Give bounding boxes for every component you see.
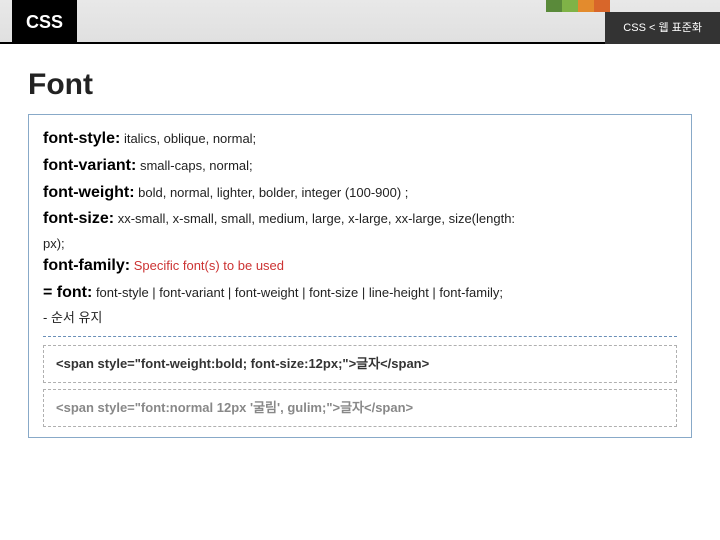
prop-value: xx-small, x-small, small, medium, large,… xyxy=(114,211,515,226)
prop-value: bold, normal, lighter, bolder, integer (… xyxy=(135,185,409,200)
slide-header: CSS CSS < 웹 표준화 xyxy=(0,0,720,44)
divider xyxy=(43,336,677,337)
prop-font-family: font-family: Specific font(s) to be used xyxy=(43,254,677,279)
color-accent-tab xyxy=(546,0,610,12)
content-panel: font-style: italics, oblique, normal; fo… xyxy=(28,114,692,438)
prop-value: italics, oblique, normal; xyxy=(120,131,256,146)
breadcrumb: CSS < 웹 표준화 xyxy=(605,12,720,44)
prop-font-shorthand: = font: font-style | font-variant | font… xyxy=(43,281,677,306)
prop-font-weight: font-weight: bold, normal, lighter, bold… xyxy=(43,181,677,206)
prop-font-size-cont: px); xyxy=(43,234,677,254)
prop-font-style: font-style: italics, oblique, normal; xyxy=(43,127,677,152)
prop-name: font-weight: xyxy=(43,184,135,201)
prop-name: font-variant: xyxy=(43,157,136,174)
order-note: - 순서 유지 xyxy=(43,308,677,328)
prop-name: font-size: xyxy=(43,210,114,227)
prop-value: Specific font(s) to be used xyxy=(130,258,284,273)
prop-font-size: font-size: xx-small, x-small, small, med… xyxy=(43,207,677,232)
section-title: Font xyxy=(28,68,720,102)
code-example-1: <span style="font-weight:bold; font-size… xyxy=(43,345,677,383)
prop-value: font-style | font-variant | font-weight … xyxy=(92,285,503,300)
prop-name: font-family: xyxy=(43,257,130,274)
prop-name: = font: xyxy=(43,284,92,301)
prop-value: small-caps, normal; xyxy=(136,158,252,173)
header-title-left: CSS xyxy=(12,0,77,44)
code-example-2: <span style="font:normal 12px '굴림', guli… xyxy=(43,389,677,427)
prop-font-variant: font-variant: small-caps, normal; xyxy=(43,154,677,179)
prop-name: font-style: xyxy=(43,130,120,147)
